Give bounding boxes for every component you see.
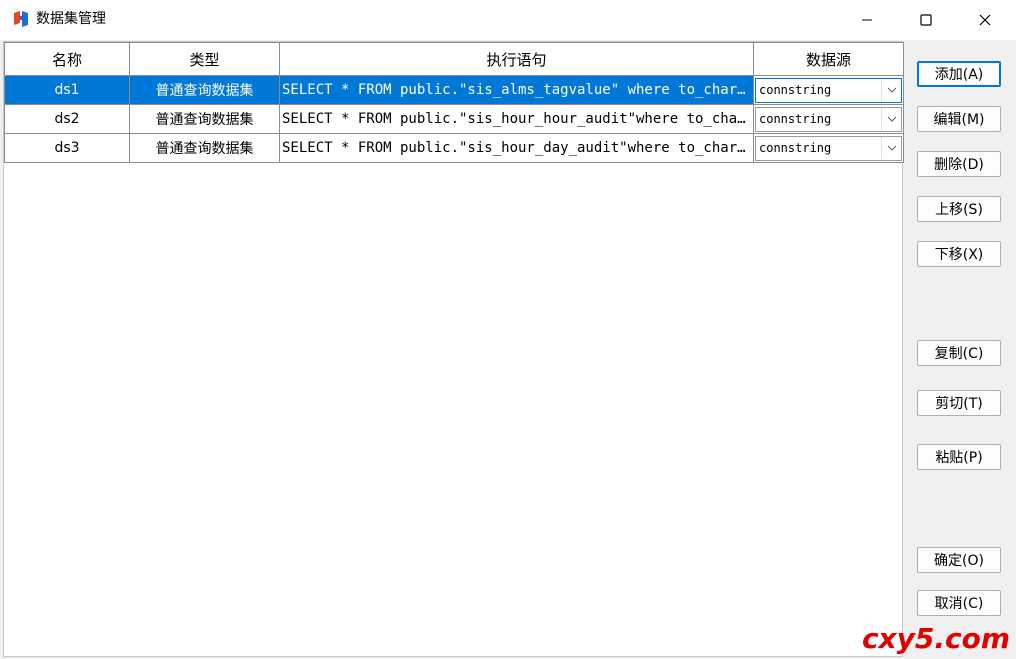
cell-sql[interactable]: SELECT * FROM public."sis_hour_hour_audi… — [279, 104, 754, 134]
chevron-down-icon[interactable] — [881, 78, 901, 102]
column-header-name[interactable]: 名称 — [4, 42, 130, 76]
column-header-sql[interactable]: 执行语句 — [279, 42, 754, 76]
maximize-button[interactable] — [899, 0, 953, 40]
window-title: 数据集管理 — [36, 11, 106, 27]
watermark: cxy5.com — [861, 622, 1010, 655]
paste-button[interactable]: 粘贴(P) — [917, 444, 1001, 470]
ok-button[interactable]: 确定(O) — [917, 547, 1001, 573]
datasource-value: connstring — [759, 111, 832, 126]
cancel-button[interactable]: 取消(C) — [917, 590, 1001, 616]
cell-type[interactable]: 普通查询数据集 — [129, 75, 280, 105]
move-up-button[interactable]: 上移(S) — [917, 196, 1001, 222]
cell-sql[interactable]: SELECT * FROM public."sis_hour_day_audit… — [279, 133, 754, 163]
cell-type[interactable]: 普通查询数据集 — [129, 133, 280, 163]
add-button[interactable]: 添加(A) — [917, 61, 1001, 87]
cell-name[interactable]: ds1 — [4, 75, 130, 105]
table-row[interactable]: ds3 普通查询数据集 SELECT * FROM public."sis_ho… — [4, 133, 904, 163]
table-header-row: 名称 类型 执行语句 数据源 — [4, 42, 904, 76]
datasource-value: connstring — [759, 82, 832, 97]
title-bar: 数据集管理 — [0, 0, 1016, 40]
cell-source: connstring — [753, 133, 904, 163]
maximize-icon — [920, 14, 932, 26]
table-row[interactable]: ds2 普通查询数据集 SELECT * FROM public."sis_ho… — [4, 104, 904, 134]
dataset-grid[interactable]: 名称 类型 执行语句 数据源 ds1 普通查询数据集 SELECT * FROM… — [3, 41, 904, 657]
minimize-icon — [861, 14, 873, 26]
copy-button[interactable]: 复制(C) — [917, 340, 1001, 366]
minimize-button[interactable] — [840, 0, 894, 40]
column-header-source[interactable]: 数据源 — [753, 42, 904, 76]
close-button[interactable] — [958, 0, 1012, 40]
cell-sql[interactable]: SELECT * FROM public."sis_alms_tagvalue"… — [279, 75, 754, 105]
chevron-down-icon[interactable] — [881, 107, 901, 131]
cell-source: connstring — [753, 104, 904, 134]
close-icon — [979, 14, 991, 26]
delete-button[interactable]: 删除(D) — [917, 151, 1001, 177]
dataset-table: 名称 类型 执行语句 数据源 ds1 普通查询数据集 SELECT * FROM… — [4, 42, 904, 163]
chevron-down-icon[interactable] — [881, 136, 901, 160]
cell-name[interactable]: ds3 — [4, 133, 130, 163]
cell-name[interactable]: ds2 — [4, 104, 130, 134]
column-header-type[interactable]: 类型 — [129, 42, 280, 76]
cell-source: connstring — [753, 75, 904, 105]
datasource-select[interactable]: connstring — [755, 106, 902, 132]
datasource-select[interactable]: connstring — [755, 77, 902, 103]
table-row[interactable]: ds1 普通查询数据集 SELECT * FROM public."sis_al… — [4, 75, 904, 105]
move-down-button[interactable]: 下移(X) — [917, 241, 1001, 267]
edit-button[interactable]: 编辑(M) — [917, 106, 1001, 132]
app-logo-icon — [12, 10, 30, 28]
datasource-select[interactable]: connstring — [755, 135, 902, 161]
cell-type[interactable]: 普通查询数据集 — [129, 104, 280, 134]
datasource-value: connstring — [759, 140, 832, 155]
cut-button[interactable]: 剪切(T) — [917, 390, 1001, 416]
dialog-body: 名称 类型 执行语句 数据源 ds1 普通查询数据集 SELECT * FROM… — [0, 40, 1016, 659]
